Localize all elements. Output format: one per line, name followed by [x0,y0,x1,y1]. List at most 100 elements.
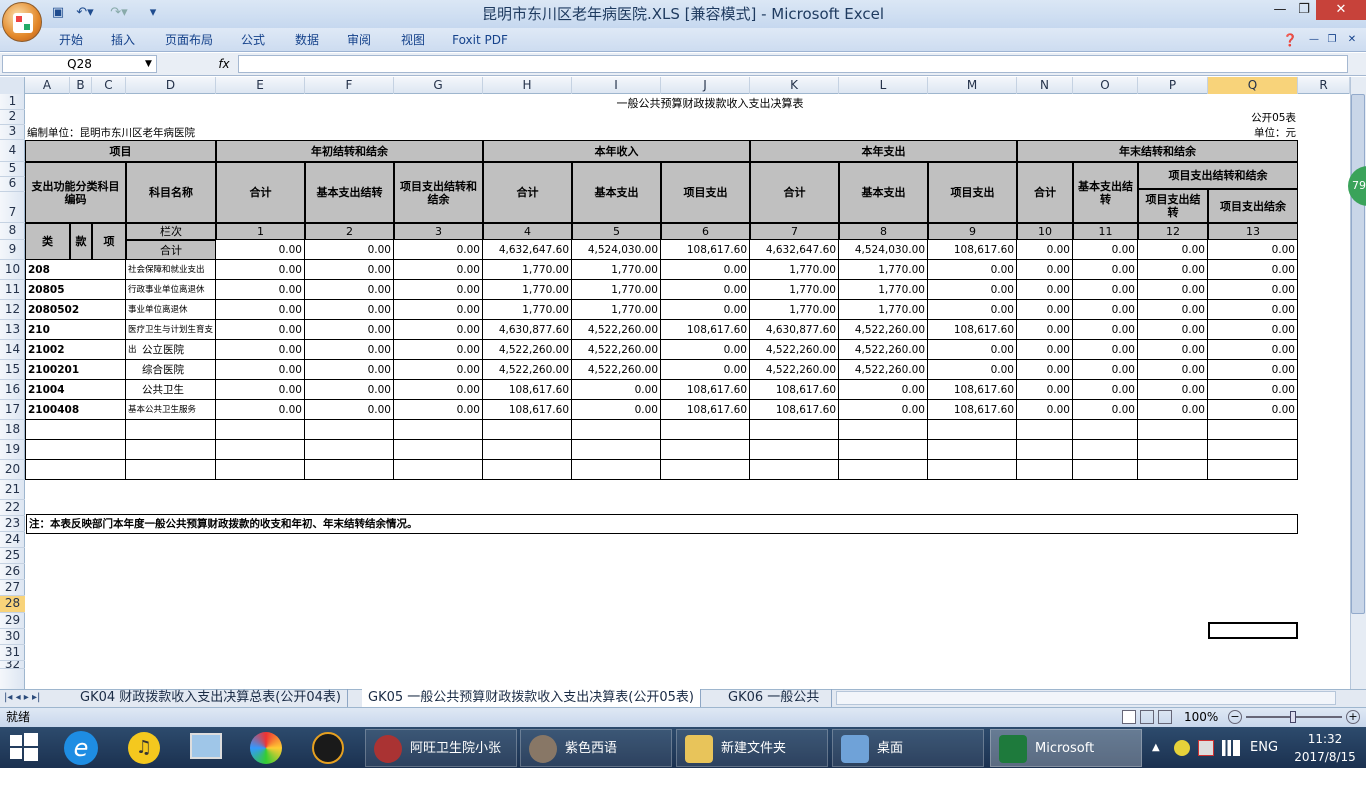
column-header-o[interactable]: O [1073,77,1138,94]
row-header-11[interactable]: 11 [0,280,25,300]
zoom-in-icon[interactable]: + [1346,710,1360,724]
row-header-16[interactable]: 16 [0,380,25,400]
tray-app-icon[interactable] [1174,740,1190,756]
ie-browser-icon[interactable]: e [64,731,98,765]
row-header-29[interactable]: 29 [0,613,25,629]
select-all-button[interactable] [0,77,25,94]
horizontal-scrollbar[interactable] [836,691,1336,705]
remote-desktop-icon[interactable] [190,733,222,759]
sheet-tab-gk06[interactable]: GK06 一般公共 [722,689,832,707]
row-header-26[interactable]: 26 [0,564,25,580]
network-icon[interactable] [1222,740,1240,756]
language-indicator[interactable]: ENG [1250,729,1282,767]
column-header-p[interactable]: P [1138,77,1208,94]
zoom-level[interactable]: 100% [1184,709,1218,725]
row-header-27[interactable]: 27 [0,580,25,596]
row-header-10[interactable]: 10 [0,260,25,280]
row-header-15[interactable]: 15 [0,360,25,380]
close-icon[interactable]: ✕ [1316,0,1366,20]
column-header-a[interactable]: A [25,77,70,94]
sheet-nav-arrows-icon[interactable]: |◂ ◂ ▸ ▸| [4,689,64,707]
redo-icon[interactable]: ↷▾ [104,4,134,22]
formula-input[interactable] [238,55,1348,73]
row-header-32[interactable]: 32 [0,661,25,669]
column-header-l[interactable]: L [839,77,928,94]
row-header-20[interactable]: 20 [0,460,25,480]
tab-view[interactable]: 视图 [392,28,434,52]
taskbar-item-desktop[interactable]: 桌面 [832,729,984,767]
row-header-1[interactable]: 1 [0,94,25,110]
name-box[interactable]: Q28 [2,55,157,73]
insert-function-icon[interactable]: fx [212,55,236,73]
column-header-n[interactable]: N [1017,77,1073,94]
column-header-f[interactable]: F [305,77,394,94]
row-header-3[interactable]: 3 [0,125,25,140]
column-header-g[interactable]: G [394,77,483,94]
windows-start-icon[interactable] [10,733,38,761]
row-header-28[interactable]: 28 [0,596,25,613]
column-header-m[interactable]: M [928,77,1017,94]
minimize-icon[interactable]: — [1268,0,1292,20]
row-header-5[interactable]: 5 [0,162,25,177]
clock-date[interactable]: 2017/8/15 [1290,749,1360,765]
column-header-i[interactable]: I [572,77,661,94]
row-header-21[interactable]: 21 [0,480,25,500]
sheet-tab-gk05[interactable]: GK05 一般公共预算财政拨款收入支出决算表(公开05表) [362,689,701,707]
tab-foxit-pdf[interactable]: Foxit PDF [448,28,512,52]
save-icon[interactable]: ▣ [50,4,66,22]
row-header-4[interactable]: 4 [0,140,25,162]
column-header-k[interactable]: K [750,77,839,94]
row-header-12[interactable]: 12 [0,300,25,320]
row-header-6[interactable]: 6 [0,177,25,192]
tab-page-layout[interactable]: 页面布局 [158,28,220,52]
zoom-slider-thumb[interactable] [1290,711,1296,723]
music-player-icon[interactable]: ♫ [128,732,160,764]
column-header-c[interactable]: C [92,77,126,94]
clock-time[interactable]: 11:32 [1290,731,1360,747]
tab-data[interactable]: 数据 [286,28,328,52]
row-header-9[interactable]: 9 [0,240,25,260]
tray-flag-icon[interactable] [1198,740,1214,756]
row-header-8[interactable]: 8 [0,223,25,240]
column-header-h[interactable]: H [483,77,572,94]
column-header-r[interactable]: R [1298,77,1350,94]
taskbar-item-folder[interactable]: 新建文件夹 [676,729,828,767]
taskbar-item-excel[interactable]: Microsoft Excel... [990,729,1142,794]
row-header-23[interactable]: 23 [0,516,25,532]
name-box-dropdown-icon[interactable]: ▼ [145,57,155,71]
tab-review[interactable]: 审阅 [338,28,380,52]
column-header-q[interactable]: Q [1208,77,1298,94]
row-header-14[interactable]: 14 [0,340,25,360]
zoom-out-icon[interactable]: − [1228,710,1242,724]
taskbar-item-chat2[interactable]: 紫色西语 [520,729,672,767]
tray-expand-icon[interactable]: ▲ [1152,729,1164,767]
page-layout-view-icon[interactable] [1140,710,1154,724]
help-icon[interactable]: ❓ [1282,28,1298,52]
column-header-e[interactable]: E [216,77,305,94]
column-header-j[interactable]: J [661,77,750,94]
office-button[interactable] [2,2,42,42]
row-header-18[interactable]: 18 [0,420,25,440]
tab-formulas[interactable]: 公式 [232,28,274,52]
row-header-30[interactable]: 30 [0,629,25,645]
qat-customize-icon[interactable]: ▾ [146,4,160,22]
app-swirl-icon[interactable] [312,732,344,764]
row-header-31[interactable]: 31 [0,645,25,661]
browser-360-icon[interactable] [250,732,282,764]
ribbon-minimize-icon[interactable]: — [1306,28,1322,52]
row-header-19[interactable]: 19 [0,440,25,460]
row-header-25[interactable]: 25 [0,548,25,564]
selected-cell[interactable] [1208,622,1298,639]
tab-home[interactable]: 开始 [50,28,92,52]
column-header-d[interactable]: D [126,77,216,94]
tab-insert[interactable]: 插入 [102,28,144,52]
normal-view-icon[interactable] [1122,710,1136,724]
column-header-b[interactable]: B [70,77,92,94]
row-header-22[interactable]: 22 [0,500,25,516]
row-header-24[interactable]: 24 [0,532,25,548]
taskbar-item-chat1[interactable]: 阿旺卫生院小张 [365,729,517,767]
sheet-tab-gk04[interactable]: GK04 财政拨款收入支出决算总表(公开04表) [74,689,348,707]
restore-icon[interactable]: ❐ [1292,0,1316,20]
row-header-2[interactable]: 2 [0,110,25,125]
page-break-view-icon[interactable] [1158,710,1172,724]
